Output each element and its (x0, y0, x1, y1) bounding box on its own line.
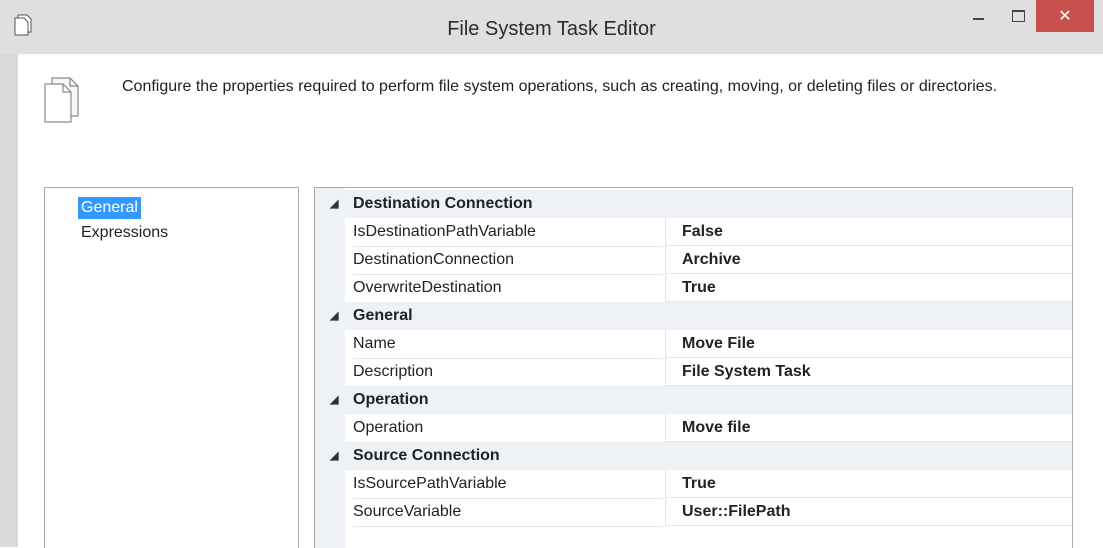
nav-item-expressions[interactable]: Expressions (78, 222, 171, 244)
property-row-destinationconnection[interactable]: DestinationConnection Archive (315, 246, 1072, 275)
property-value[interactable]: Move File (665, 330, 1072, 358)
property-value[interactable]: Move file (665, 414, 1072, 442)
property-row-sourcevariable[interactable]: SourceVariable User::FilePath (315, 498, 1072, 527)
property-name: Operation (353, 414, 663, 443)
header-description: Configure the properties required to per… (122, 78, 998, 95)
category-general[interactable]: ◢ General (315, 302, 1072, 330)
property-name: IsDestinationPathVariable (353, 218, 663, 247)
property-row-isdestinationpathvariable[interactable]: IsDestinationPathVariable False (315, 218, 1072, 247)
property-row-overwritedestination[interactable]: OverwriteDestination True (315, 274, 1072, 303)
category-destination-connection[interactable]: ◢ Destination Connection (315, 190, 1072, 218)
file-system-task-editor-window: File System Task Editor ✕ Configure the … (0, 0, 1103, 548)
property-value[interactable]: Archive (665, 246, 1072, 274)
property-value[interactable]: True (665, 274, 1072, 302)
file-copy-icon (44, 77, 79, 123)
property-name: IsSourcePathVariable (353, 470, 663, 499)
category-source-connection[interactable]: ◢ Source Connection (315, 442, 1072, 470)
page-navigation-list: General Expressions (44, 187, 299, 548)
category-label: Destination Connection (353, 195, 533, 212)
property-value[interactable]: False (665, 218, 1072, 246)
collapse-arrow-icon[interactable]: ◢ (330, 386, 338, 414)
category-label: General (353, 307, 413, 324)
property-name: Name (353, 330, 663, 359)
property-row-issourcepathvariable[interactable]: IsSourcePathVariable True (315, 470, 1072, 499)
property-row-operation[interactable]: Operation Move file (315, 414, 1072, 443)
window-title: File System Task Editor (447, 18, 656, 40)
property-name: SourceVariable (353, 498, 663, 527)
property-grid: ◢ Destination Connection IsDestinationPa… (314, 187, 1073, 548)
nav-item-general[interactable]: General (78, 197, 141, 219)
collapse-arrow-icon[interactable]: ◢ (330, 302, 338, 330)
close-icon: ✕ (1058, 8, 1072, 25)
category-label: Source Connection (353, 447, 500, 464)
collapse-arrow-icon[interactable]: ◢ (330, 442, 338, 470)
maximize-button[interactable] (998, 0, 1038, 32)
category-operation[interactable]: ◢ Operation (315, 386, 1072, 414)
property-row-name[interactable]: Name Move File (315, 330, 1072, 359)
maximize-icon (1011, 10, 1025, 22)
property-value[interactable]: True (665, 470, 1072, 498)
property-name: Description (353, 358, 663, 387)
editor-client-area: Configure the properties required to per… (18, 54, 1103, 548)
property-value[interactable]: File System Task (665, 358, 1072, 386)
category-label: Operation (353, 391, 429, 408)
minimize-icon (972, 18, 984, 20)
minimize-button[interactable] (958, 0, 998, 32)
property-name: OverwriteDestination (353, 274, 663, 303)
property-name: DestinationConnection (353, 246, 663, 275)
close-button[interactable]: ✕ (1036, 0, 1094, 32)
property-row-description[interactable]: Description File System Task (315, 358, 1072, 387)
title-bar[interactable]: File System Task Editor ✕ (0, 0, 1103, 54)
property-value[interactable]: User::FilePath (665, 498, 1072, 526)
collapse-arrow-icon[interactable]: ◢ (330, 190, 338, 218)
